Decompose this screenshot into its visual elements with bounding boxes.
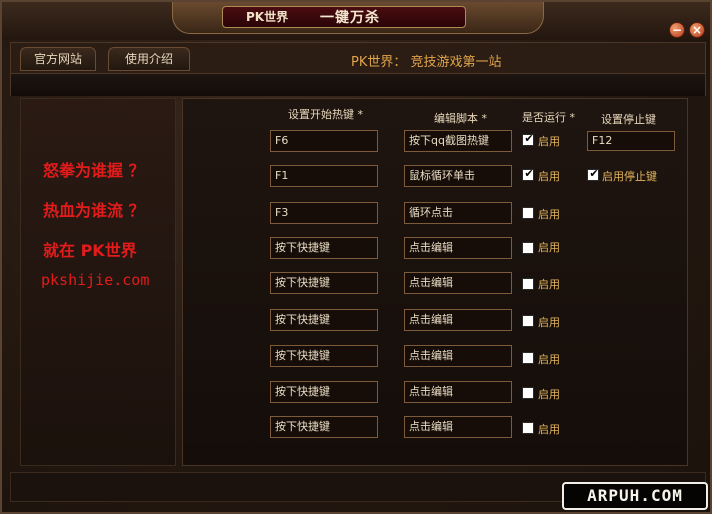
hotkey-input[interactable]: 按下快捷键	[270, 272, 378, 294]
script-input[interactable]: 点击编辑	[404, 309, 512, 331]
script-input[interactable]: 点击编辑	[404, 272, 512, 294]
check-icon: ✔	[589, 167, 599, 180]
hotkey-input[interactable]: F3	[270, 202, 378, 224]
hotkey-input[interactable]: 按下快捷键	[270, 345, 378, 367]
hotkey-input[interactable]: 按下快捷键	[270, 237, 378, 259]
banner-text: PK世界： 竞技游戏第一站	[351, 55, 502, 70]
stop-key-input[interactable]: F12	[587, 131, 675, 151]
script-input[interactable]: 鼠标循环单击	[404, 165, 512, 187]
enable-label: 启用	[538, 208, 560, 221]
script-input[interactable]: 循环点击	[404, 202, 512, 224]
enable-label: 启用	[538, 353, 560, 366]
column-header-hotkey: 设置开始热键 *	[288, 108, 363, 121]
enable-label: 启用	[538, 135, 560, 148]
minimize-button[interactable]: −	[669, 22, 685, 38]
hotkey-input[interactable]: 按下快捷键	[270, 309, 378, 331]
title-bar: PK世界 一键万杀 − ×	[2, 2, 710, 40]
column-header-script: 编辑脚本 *	[434, 112, 487, 125]
script-input[interactable]: 点击编辑	[404, 237, 512, 259]
enable-label: 启用	[538, 170, 560, 183]
slogan-line: 怒拳为谁握 ？	[43, 161, 145, 180]
stop-key-checkbox[interactable]: ✔	[587, 167, 599, 181]
run-checkbox[interactable]	[522, 315, 534, 327]
tab-usage-guide[interactable]: 使用介绍	[108, 47, 190, 71]
column-header-run: 是否运行 *	[522, 111, 575, 124]
script-input[interactable]: 点击编辑	[404, 416, 512, 438]
hotkey-input[interactable]: F1	[270, 165, 378, 187]
enable-label: 启用	[538, 423, 560, 436]
header-strip	[10, 74, 706, 96]
enable-label: 启用	[538, 388, 560, 401]
stop-key-enable-label: 启用停止键	[602, 170, 657, 183]
script-input[interactable]: 点击编辑	[404, 345, 512, 367]
promo-url: pkshijie.com	[41, 271, 150, 289]
window-title: 一键万杀	[320, 10, 380, 26]
promo-panel: 怒拳为谁握 ？ 热血为谁流 ？ 就在 PK世界 pkshijie.com	[20, 98, 176, 466]
check-icon: ✔	[524, 132, 534, 145]
tab-official-site[interactable]: 官方网站	[20, 47, 96, 71]
run-checkbox[interactable]	[522, 278, 534, 290]
slogan-line: 就在 PK世界	[43, 241, 137, 260]
app-window: PK世界 一键万杀 − × 官方网站 使用介绍 PK世界： 竞技游戏第一站 怒拳…	[0, 0, 712, 514]
column-header-stop: 设置停止键	[601, 113, 656, 126]
script-input[interactable]: 按下qq截图热键	[404, 130, 512, 152]
hotkey-input[interactable]: F6	[270, 130, 378, 152]
slogan-line: 热血为谁流 ？	[43, 201, 145, 220]
run-checkbox[interactable]	[522, 207, 534, 219]
enable-label: 启用	[538, 316, 560, 329]
hotkey-input[interactable]: 按下快捷键	[270, 416, 378, 438]
run-checkbox[interactable]: ✔	[522, 132, 534, 146]
enable-label: 启用	[538, 278, 560, 291]
close-button[interactable]: ×	[689, 22, 705, 38]
check-icon: ✔	[524, 167, 534, 180]
tab-bar: 官方网站 使用介绍 PK世界： 竞技游戏第一站	[10, 42, 706, 74]
run-checkbox[interactable]	[522, 422, 534, 434]
brand-title: PK世界	[246, 10, 289, 24]
run-checkbox[interactable]	[522, 387, 534, 399]
run-checkbox[interactable]	[522, 352, 534, 364]
enable-label: 启用	[538, 241, 560, 254]
run-checkbox[interactable]: ✔	[522, 167, 534, 181]
run-checkbox[interactable]	[522, 242, 534, 254]
script-input[interactable]: 点击编辑	[404, 381, 512, 403]
watermark-logo: ARPUH.COM	[562, 482, 708, 510]
hotkey-input[interactable]: 按下快捷键	[270, 381, 378, 403]
